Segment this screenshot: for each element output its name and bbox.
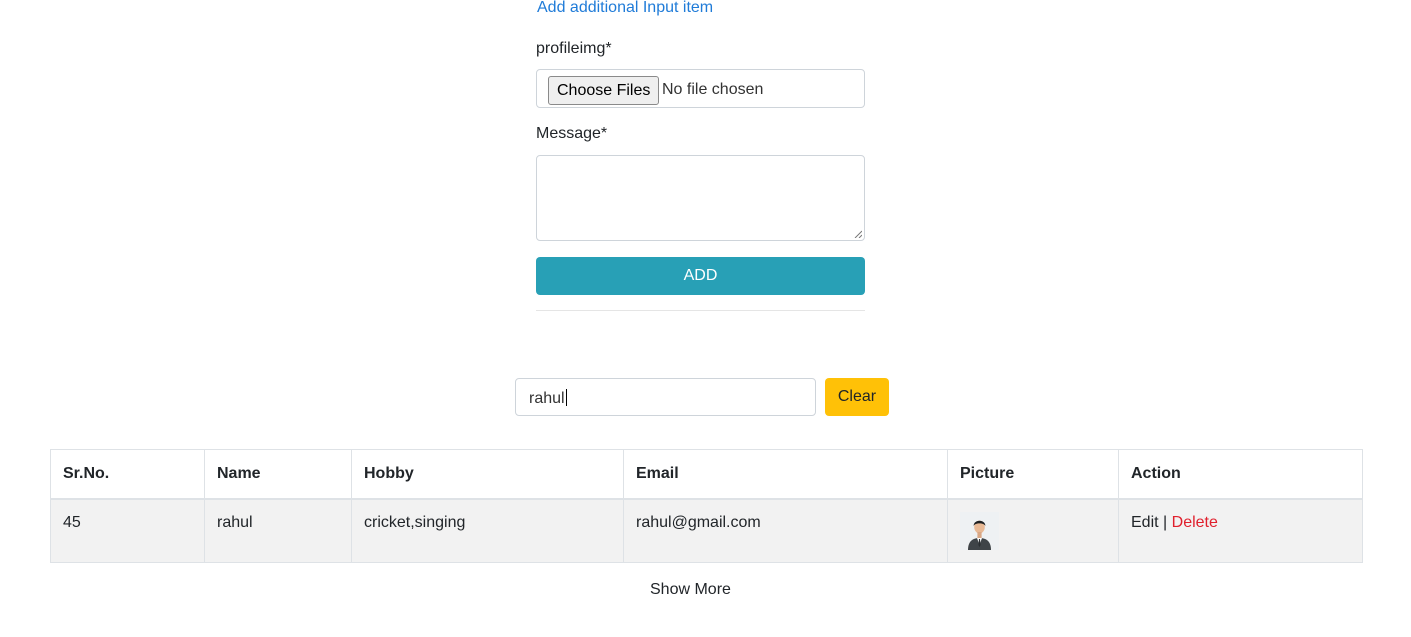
search-input[interactable]: rahul bbox=[515, 378, 816, 416]
text-caret bbox=[565, 389, 567, 406]
message-textarea[interactable] bbox=[536, 155, 865, 241]
action-separator: | bbox=[1163, 513, 1168, 531]
cell-email: rahul@gmail.com bbox=[623, 498, 948, 563]
delete-link[interactable]: Delete bbox=[1172, 514, 1218, 531]
page: Add additional Input item profileimg* Ch… bbox=[0, 0, 1411, 637]
header-name: Name bbox=[204, 449, 352, 500]
header-sr-no: Sr.No. bbox=[50, 449, 205, 500]
resize-grip-icon[interactable] bbox=[854, 230, 862, 238]
cell-sr-no: 45 bbox=[50, 498, 205, 563]
cell-name: rahul bbox=[204, 498, 352, 563]
header-email: Email bbox=[623, 449, 948, 500]
search-input-value: rahul bbox=[529, 390, 565, 407]
user-avatar-icon bbox=[960, 511, 999, 550]
form-divider bbox=[536, 310, 865, 311]
profileimg-file-input[interactable]: Choose Files No file chosen bbox=[536, 69, 865, 108]
cell-picture bbox=[947, 498, 1119, 563]
records-table: Sr.No. Name Hobby Email Picture Action 4… bbox=[50, 449, 1363, 563]
header-action: Action bbox=[1118, 449, 1363, 500]
header-hobby: Hobby bbox=[351, 449, 624, 500]
message-label: Message* bbox=[536, 125, 608, 142]
show-more-button[interactable]: Show More bbox=[650, 581, 731, 599]
file-status-text: No file chosen bbox=[662, 81, 764, 98]
profileimg-label: profileimg* bbox=[536, 40, 612, 57]
choose-files-button[interactable]: Choose Files bbox=[548, 76, 660, 105]
cell-action: Edit | Delete bbox=[1118, 498, 1363, 563]
table-header-row: Sr.No. Name Hobby Email Picture Action bbox=[50, 449, 1363, 500]
clear-button[interactable]: Clear bbox=[825, 378, 889, 416]
table-row: 45 rahul cricket,singing rahul@gmail.com bbox=[50, 498, 1363, 563]
add-button[interactable]: ADD bbox=[536, 257, 865, 295]
cell-hobby: cricket,singing bbox=[351, 498, 624, 563]
header-picture: Picture bbox=[947, 449, 1119, 500]
edit-link[interactable]: Edit bbox=[1131, 514, 1159, 531]
add-input-item-link[interactable]: Add additional Input item bbox=[537, 0, 713, 17]
